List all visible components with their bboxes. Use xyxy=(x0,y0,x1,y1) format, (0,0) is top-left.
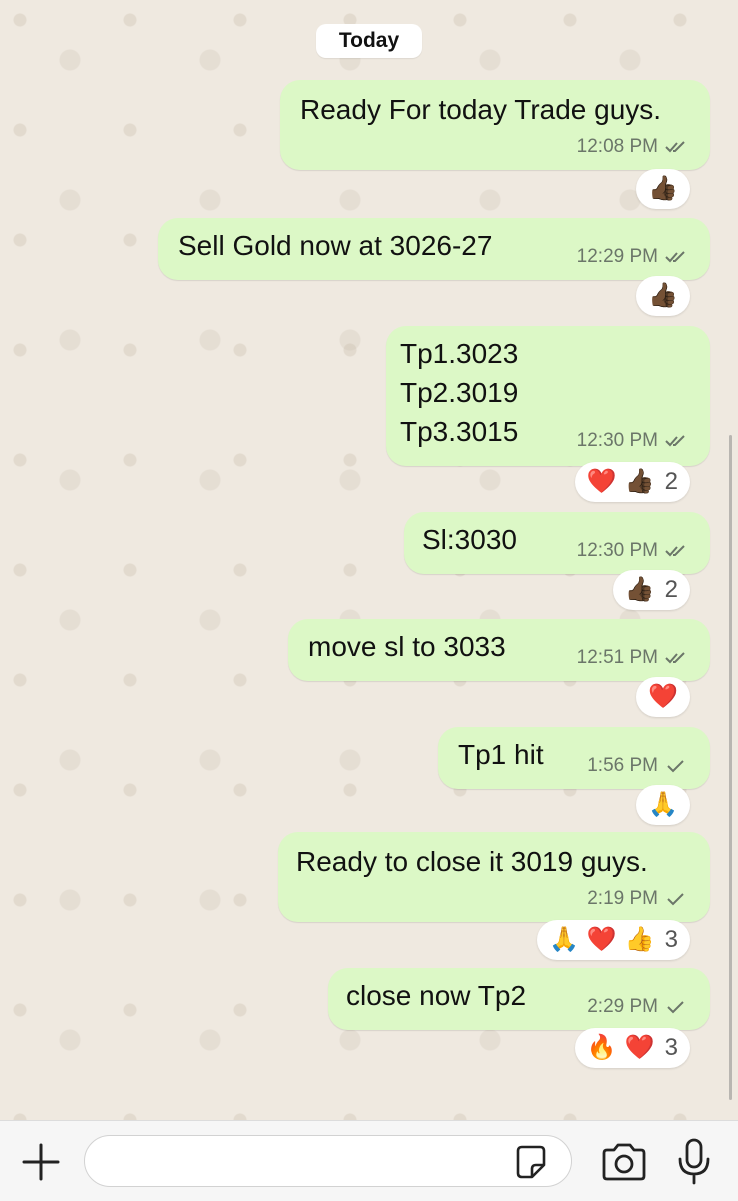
message-input[interactable] xyxy=(84,1135,572,1187)
message-meta: 12:30 PM xyxy=(577,430,690,452)
message-meta: 2:29 PM xyxy=(587,996,690,1018)
message-bubble[interactable]: Sell Gold now at 3026-27 12:29 PM xyxy=(158,218,710,280)
praying-hands-icon: 🙏 xyxy=(648,791,678,818)
composer-bar xyxy=(0,1120,738,1201)
check-icon xyxy=(667,1001,684,1014)
thumbs-up-icon: 👍🏾 xyxy=(624,468,655,495)
microphone-icon[interactable] xyxy=(674,1137,714,1187)
thumbs-up-icon: 👍🏾 xyxy=(648,175,678,202)
check-icon xyxy=(667,893,684,906)
chat-background: Today Ready For today Trade guys. 12:08 … xyxy=(0,0,738,1120)
message-meta: 1:56 PM xyxy=(587,755,690,777)
reaction-pill[interactable]: 👍🏾 2 xyxy=(612,570,690,610)
message-text: Sl:3030 xyxy=(422,524,517,555)
reaction-pill[interactable]: ❤️ xyxy=(636,677,690,717)
message-meta: 12:08 PM xyxy=(577,136,690,158)
praying-hands-icon: 🙏 xyxy=(548,926,579,953)
message-text: Tp1 hit xyxy=(458,739,544,770)
plus-icon[interactable] xyxy=(20,1141,62,1183)
message-bubble[interactable]: Sl:3030 12:30 PM xyxy=(404,512,710,574)
thumbs-up-icon: 👍🏾 xyxy=(648,282,678,309)
double-check-icon xyxy=(665,652,685,664)
message-meta: 12:29 PM xyxy=(577,246,690,268)
message-time: 2:19 PM xyxy=(587,888,658,909)
heart-icon: ❤️ xyxy=(648,683,678,710)
message-text: close now Tp2 xyxy=(346,980,527,1011)
message-time: 1:56 PM xyxy=(587,755,658,776)
message-bubble[interactable]: Ready For today Trade guys. 12:08 PM xyxy=(280,80,710,170)
message-bubble[interactable]: Tp1 hit 1:56 PM xyxy=(438,727,710,789)
reaction-count: 3 xyxy=(664,1034,678,1061)
heart-icon: ❤️ xyxy=(586,468,617,495)
heart-icon: ❤️ xyxy=(586,926,617,953)
message-text: Ready For today Trade guys. xyxy=(300,94,662,125)
reaction-pill[interactable]: ❤️ 👍🏾 2 xyxy=(574,462,690,502)
message-meta: 12:51 PM xyxy=(577,647,690,669)
camera-icon[interactable] xyxy=(600,1141,648,1183)
double-check-icon xyxy=(665,545,685,557)
message-bubble[interactable]: move sl to 3033 12:51 PM xyxy=(288,619,710,681)
message-time: 12:30 PM xyxy=(576,540,658,561)
message-time: 12:51 PM xyxy=(576,647,658,668)
message-text: move sl to 3033 xyxy=(308,631,506,662)
message-time: 12:30 PM xyxy=(576,430,658,451)
message-bubble[interactable]: Ready to close it 3019 guys. 2:19 PM xyxy=(278,832,710,922)
date-divider: Today xyxy=(316,24,422,58)
reaction-count: 2 xyxy=(664,468,678,495)
reaction-pill[interactable]: 👍🏾 xyxy=(636,169,690,209)
reaction-count: 2 xyxy=(664,576,678,603)
double-check-icon xyxy=(665,141,685,153)
reaction-count: 3 xyxy=(664,926,678,953)
message-meta: 12:30 PM xyxy=(577,540,690,562)
message-time: 12:29 PM xyxy=(576,246,658,267)
reaction-pill[interactable]: 🔥 ❤️ 3 xyxy=(574,1028,690,1068)
message-bubble[interactable]: Tp1.3023 Tp2.3019 Tp3.3015 12:30 PM xyxy=(386,326,710,466)
message-time: 12:08 PM xyxy=(576,136,658,157)
reaction-pill[interactable]: 🙏 ❤️ 👍 3 xyxy=(536,920,690,960)
double-check-icon xyxy=(665,435,685,447)
sticker-icon[interactable] xyxy=(512,1143,550,1181)
message-time: 2:29 PM xyxy=(587,996,658,1017)
fire-icon: 🔥 xyxy=(586,1034,617,1061)
heart-icon: ❤️ xyxy=(624,1034,655,1061)
reaction-pill[interactable]: 👍🏾 xyxy=(636,276,690,316)
message-text: Sell Gold now at 3026-27 xyxy=(178,230,493,261)
double-check-icon xyxy=(665,251,685,263)
thumbs-up-icon: 👍🏾 xyxy=(624,576,655,603)
message-text: Tp1.3023 Tp2.3019 Tp3.3015 xyxy=(400,338,519,447)
message-meta: 2:19 PM xyxy=(587,888,690,910)
message-bubble[interactable]: close now Tp2 2:29 PM xyxy=(328,968,710,1030)
message-text: Ready to close it 3019 guys. xyxy=(296,846,648,877)
scrollbar[interactable] xyxy=(729,435,732,1100)
reaction-pill[interactable]: 🙏 xyxy=(636,785,690,825)
thumbs-up-icon: 👍 xyxy=(624,926,655,953)
check-icon xyxy=(667,760,684,773)
